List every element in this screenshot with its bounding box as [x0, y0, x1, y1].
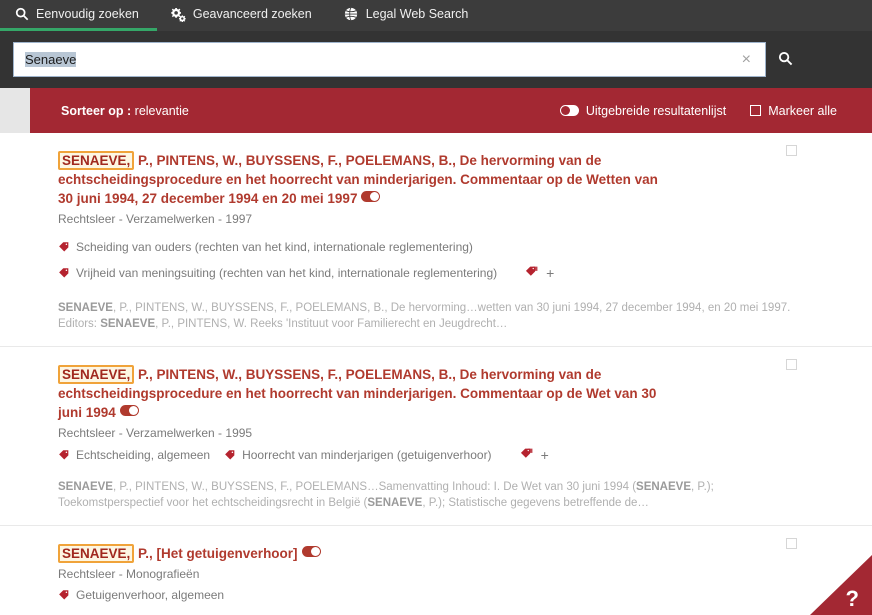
toolbar-row: Sorteer op : relevantie Uitgebreide resu… [0, 88, 872, 133]
sort-control[interactable]: Sorteer op : relevantie [61, 104, 189, 118]
result-select-checkbox[interactable] [786, 145, 797, 156]
tag-icon [58, 449, 70, 461]
toggle-switch-icon [559, 105, 579, 116]
result-tag[interactable]: Hoorrecht van minderjarigen (getuigenver… [224, 447, 549, 463]
tag-label: Getuigenverhoor, algemeen [76, 588, 225, 602]
result-select-checkbox[interactable] [786, 359, 797, 370]
result-tag[interactable]: Echtscheiding, algemeen [58, 448, 210, 462]
tab-label: Geavanceerd zoeken [192, 7, 312, 21]
tab-eenvoudig-zoeken[interactable]: Eenvoudig zoeken [0, 0, 157, 31]
more-tags-label: + [546, 265, 555, 281]
tag-label: Scheiding van ouders (rechten van het ki… [76, 240, 473, 254]
search-field-wrapper[interactable]: × [13, 42, 766, 77]
result-snippet: SENAEVE, P., PINTENS, W., BUYSSENS, F., … [58, 302, 791, 330]
result-item: SENAEVE, P., PINTENS, W., BUYSSENS, F., … [0, 133, 872, 347]
tab-label: Legal Web Search [365, 7, 469, 21]
result-detail-toggle-icon[interactable] [361, 191, 381, 202]
result-select-checkbox[interactable] [786, 538, 797, 549]
search-term-highlight: SENAEVE, [58, 544, 135, 563]
result-detail-toggle-icon[interactable] [119, 405, 139, 416]
clear-search-button[interactable]: × [734, 51, 759, 68]
search-input[interactable] [25, 52, 734, 67]
extended-result-list-label: Uitgebreide resultatenlijst [585, 103, 727, 118]
top-navigation: Eenvoudig zoeken Geavanceerd zoeken Lega… [0, 0, 872, 31]
search-bar-row: × [0, 31, 872, 88]
result-item: SENAEVE, P., [Het getuigenverhoor] Recht… [0, 526, 872, 615]
search-submit-button[interactable] [766, 42, 804, 77]
result-title-text: P., PINTENS, W., BUYSSENS, F., POELEMANS… [58, 367, 657, 420]
result-meta: Rechtsleer - Monografieën [58, 567, 200, 581]
more-tags-label: + [540, 447, 549, 463]
result-meta: Rechtsleer - Verzamelwerken - 1995 [58, 426, 253, 440]
tab-label: Eenvoudig zoeken [36, 7, 139, 21]
sort-value: relevantie [134, 103, 189, 118]
show-more-tags-button[interactable]: + [525, 265, 554, 281]
tag-label: Vrijheid van meningsuiting (rechten van … [76, 266, 498, 280]
search-icon [778, 51, 793, 69]
result-title-link[interactable]: SENAEVE, P., [Het getuigenverhoor] [58, 544, 658, 563]
result-tag[interactable]: Vrijheid van meningsuiting (rechten van … [58, 265, 554, 281]
mark-all-label: Markeer alle [768, 103, 837, 118]
result-detail-toggle-icon[interactable] [301, 546, 321, 557]
result-title-link[interactable]: SENAEVE, P., PINTENS, W., BUYSSENS, F., … [58, 365, 658, 422]
tab-geavanceerd-zoeken[interactable]: Geavanceerd zoeken [157, 0, 330, 31]
help-button[interactable]: ? [810, 555, 872, 615]
mark-all-checkbox[interactable]: Markeer alle [750, 104, 837, 118]
result-meta: Rechtsleer - Verzamelwerken - 1997 [58, 212, 253, 226]
globe-icon [344, 7, 359, 22]
tags-icon [525, 265, 539, 281]
sort-separator: : [127, 103, 132, 118]
tag-icon [58, 241, 70, 253]
question-mark-icon: ? [845, 586, 859, 611]
tag-icon [58, 589, 70, 601]
tag-label: Echtscheiding, algemeen [76, 448, 211, 462]
result-title-link[interactable]: SENAEVE, P., PINTENS, W., BUYSSENS, F., … [58, 151, 658, 208]
tag-label: Hoorrecht van minderjarigen (getuigenver… [242, 448, 492, 462]
result-title-text: P., PINTENS, W., BUYSSENS, F., POELEMANS… [58, 153, 658, 206]
tag-icon [58, 267, 70, 279]
result-snippet: SENAEVE, P., PINTENS, W., BUYSSENS, F., … [58, 481, 714, 509]
search-icon [14, 7, 29, 22]
result-tags: Echtscheiding, algemeen Hoorrecht van mi… [58, 447, 842, 463]
toolbar-left-gutter [0, 88, 30, 133]
result-tag[interactable]: Scheiding van ouders (rechten van het ki… [58, 240, 473, 254]
result-tags: Getuigenverhoor, algemeen [58, 588, 842, 602]
result-tag[interactable]: Getuigenverhoor, algemeen [58, 588, 224, 602]
result-tags: Scheiding van ouders (rechten van het ki… [58, 233, 842, 284]
sort-prefix: Sorteer op [61, 103, 124, 118]
tag-icon [224, 449, 236, 461]
result-title-text: P., [Het getuigenverhoor] [134, 546, 298, 561]
help-corner-triangle [810, 555, 872, 615]
gears-icon [171, 7, 186, 22]
extended-result-list-toggle[interactable]: Uitgebreide resultatenlijst [559, 103, 727, 118]
results-list[interactable]: SENAEVE, P., PINTENS, W., BUYSSENS, F., … [0, 133, 872, 615]
checkbox-icon [750, 105, 762, 116]
show-more-tags-button[interactable]: + [520, 447, 549, 463]
results-toolbar: Sorteer op : relevantie Uitgebreide resu… [30, 88, 872, 133]
result-item: SENAEVE, P., PINTENS, W., BUYSSENS, F., … [0, 347, 872, 526]
search-term-highlight: SENAEVE, [58, 151, 135, 170]
tags-icon [520, 447, 534, 463]
search-term-highlight: SENAEVE, [58, 365, 135, 384]
tab-legal-web-search[interactable]: Legal Web Search [330, 0, 487, 31]
